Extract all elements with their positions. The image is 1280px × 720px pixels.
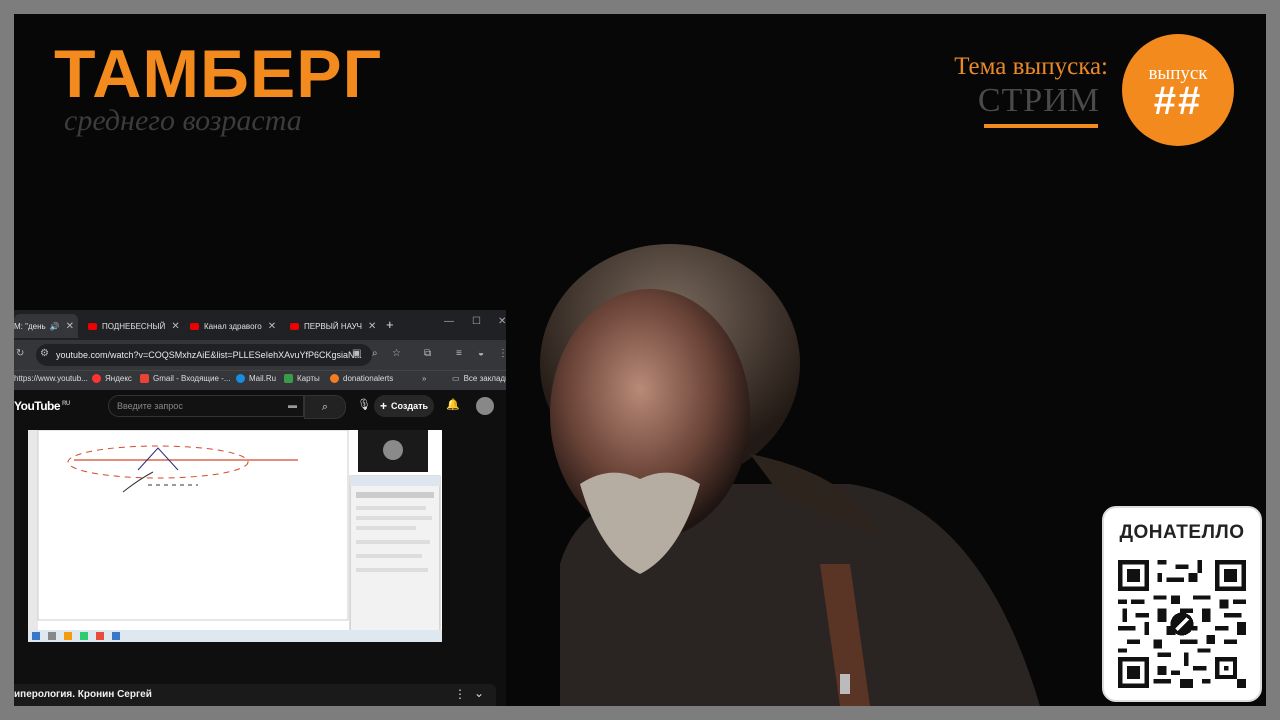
bookmark-item[interactable]: donationalerts — [330, 374, 393, 383]
browser-tab[interactable]: ПЕРВЫЙ НАУЧ ✕ — [290, 314, 382, 338]
search-button[interactable]: ⌕ — [304, 395, 346, 419]
close-icon[interactable]: ✕ — [368, 321, 376, 332]
gmail-icon — [140, 374, 149, 383]
media-icon[interactable]: ≡ — [456, 348, 462, 359]
episode-badge-number: ## — [1153, 79, 1203, 123]
folder-icon: ▭ — [452, 374, 460, 383]
youtube-header: YouTube RU Введите запрос ▬ ⌕ 🎙 + Создать … — [14, 390, 506, 422]
youtube-icon — [88, 322, 97, 330]
bookmark-item[interactable]: Gmail - Входящие -... — [140, 374, 230, 383]
theme-label: Тема выпуска: — [954, 53, 1108, 80]
youtube-region: RU — [62, 401, 70, 407]
close-window-icon[interactable]: ✕ — [498, 316, 506, 327]
video-title: иперология. Кронин Сергей — [14, 684, 496, 706]
donationalerts-icon — [330, 374, 339, 383]
close-icon[interactable]: ✕ — [268, 321, 276, 332]
theme-underline — [984, 124, 1098, 128]
minimize-icon[interactable]: — — [444, 316, 454, 327]
url-text: youtube.com/watch?v=COQSMxhzAiE&list=PLL… — [56, 350, 362, 360]
plus-icon: + — [379, 399, 387, 413]
tab-label: M: "день — [14, 321, 46, 331]
cast-icon[interactable]: ▣ — [352, 348, 361, 359]
episode-badge: выпуск ## — [1122, 34, 1234, 146]
video-player[interactable] — [28, 430, 442, 642]
youtube-icon — [190, 322, 199, 330]
address-bar: ↻ youtube.com/watch?v=COQSMxhzAiE&list=P… — [14, 340, 506, 370]
maximize-icon[interactable]: ☐ — [472, 316, 481, 327]
avatar[interactable] — [476, 397, 494, 415]
tab-label: ПОДНЕБЕСНЫЙ — [102, 321, 166, 331]
speaker-icon: 🔊 — [49, 321, 60, 331]
bookmark-item[interactable]: Яндекс — [92, 374, 132, 383]
youtube-logo[interactable]: YouTube RU — [14, 399, 70, 413]
tab-label: Канал здравого — [204, 321, 262, 331]
all-bookmarks[interactable]: ▭Все закладки — [452, 374, 506, 383]
extensions-icon[interactable]: ⧉ — [424, 348, 431, 359]
chevron-down-icon[interactable]: ⌄ — [474, 686, 484, 700]
more-options-icon[interactable]: ⋮ — [454, 687, 466, 701]
stream-frame: ТАМБЕРГ среднего возраста Тема выпуска: … — [14, 14, 1266, 706]
search-input[interactable]: Введите запрос ▬ — [108, 395, 304, 417]
qr-code — [1118, 560, 1246, 688]
player-bottom-area — [14, 642, 506, 684]
notifications-icon[interactable]: 🔔 — [446, 398, 460, 411]
close-icon[interactable]: ✕ — [66, 321, 74, 332]
browser-window: M: "день 🔊 ✕ ПОДНЕБЕСНЫЙ ✕ Канал здравог… — [14, 310, 506, 706]
menu-icon[interactable]: ⋮ — [498, 348, 506, 359]
close-icon[interactable]: ✕ — [171, 321, 179, 332]
youtube-icon — [290, 322, 299, 330]
url-field[interactable]: youtube.com/watch?v=COQSMxhzAiE&list=PLL… — [36, 344, 372, 366]
donate-title: ДОНАТЕЛЛО — [1119, 522, 1245, 543]
keyboard-icon[interactable]: ▬ — [288, 400, 297, 410]
maps-icon — [284, 374, 293, 383]
microphone-icon[interactable]: 🎙 — [357, 398, 371, 411]
profile-icon[interactable]: ◒ — [478, 348, 484, 359]
browser-tab[interactable]: M: "день 🔊 ✕ — [14, 314, 78, 338]
browser-tab[interactable]: ПОДНЕБЕСНЫЙ ✕ — [88, 314, 184, 338]
mailru-icon — [236, 374, 245, 383]
brand-title: ТАМБЕРГ — [54, 36, 383, 112]
bookmarks-bar: https://www.youtub... Яндекс Gmail - Вхо… — [14, 370, 506, 391]
search-placeholder: Введите запрос — [117, 401, 183, 411]
reload-icon[interactable]: ↻ — [16, 348, 24, 359]
webcam-video — [540, 244, 1040, 706]
bookmark-item[interactable]: Mail.Ru — [236, 374, 276, 383]
create-button[interactable]: + Создать — [374, 395, 434, 417]
new-tab-icon[interactable]: + — [386, 317, 394, 332]
brand-subtitle: среднего возраста — [64, 104, 302, 137]
tab-label: ПЕРВЫЙ НАУЧ — [304, 321, 362, 331]
star-icon[interactable]: ☆ — [392, 348, 401, 359]
more-bookmarks-icon[interactable]: » — [422, 374, 426, 383]
tab-bar: M: "день 🔊 ✕ ПОДНЕБЕСНЫЙ ✕ Канал здравог… — [14, 310, 506, 340]
theme-value: СТРИМ — [977, 82, 1100, 119]
browser-tab[interactable]: Канал здравого ✕ — [190, 314, 286, 338]
zoom-icon[interactable]: ⌕ — [372, 348, 378, 359]
bookmark-item[interactable]: Карты — [284, 374, 320, 383]
site-info-icon[interactable]: ⚙ — [40, 348, 49, 359]
donate-card: ДОНАТЕЛЛО — [1102, 506, 1262, 702]
yandex-icon — [92, 374, 101, 383]
search-icon: ⌕ — [321, 401, 329, 413]
bookmark-item[interactable]: https://www.youtub... — [14, 374, 88, 383]
